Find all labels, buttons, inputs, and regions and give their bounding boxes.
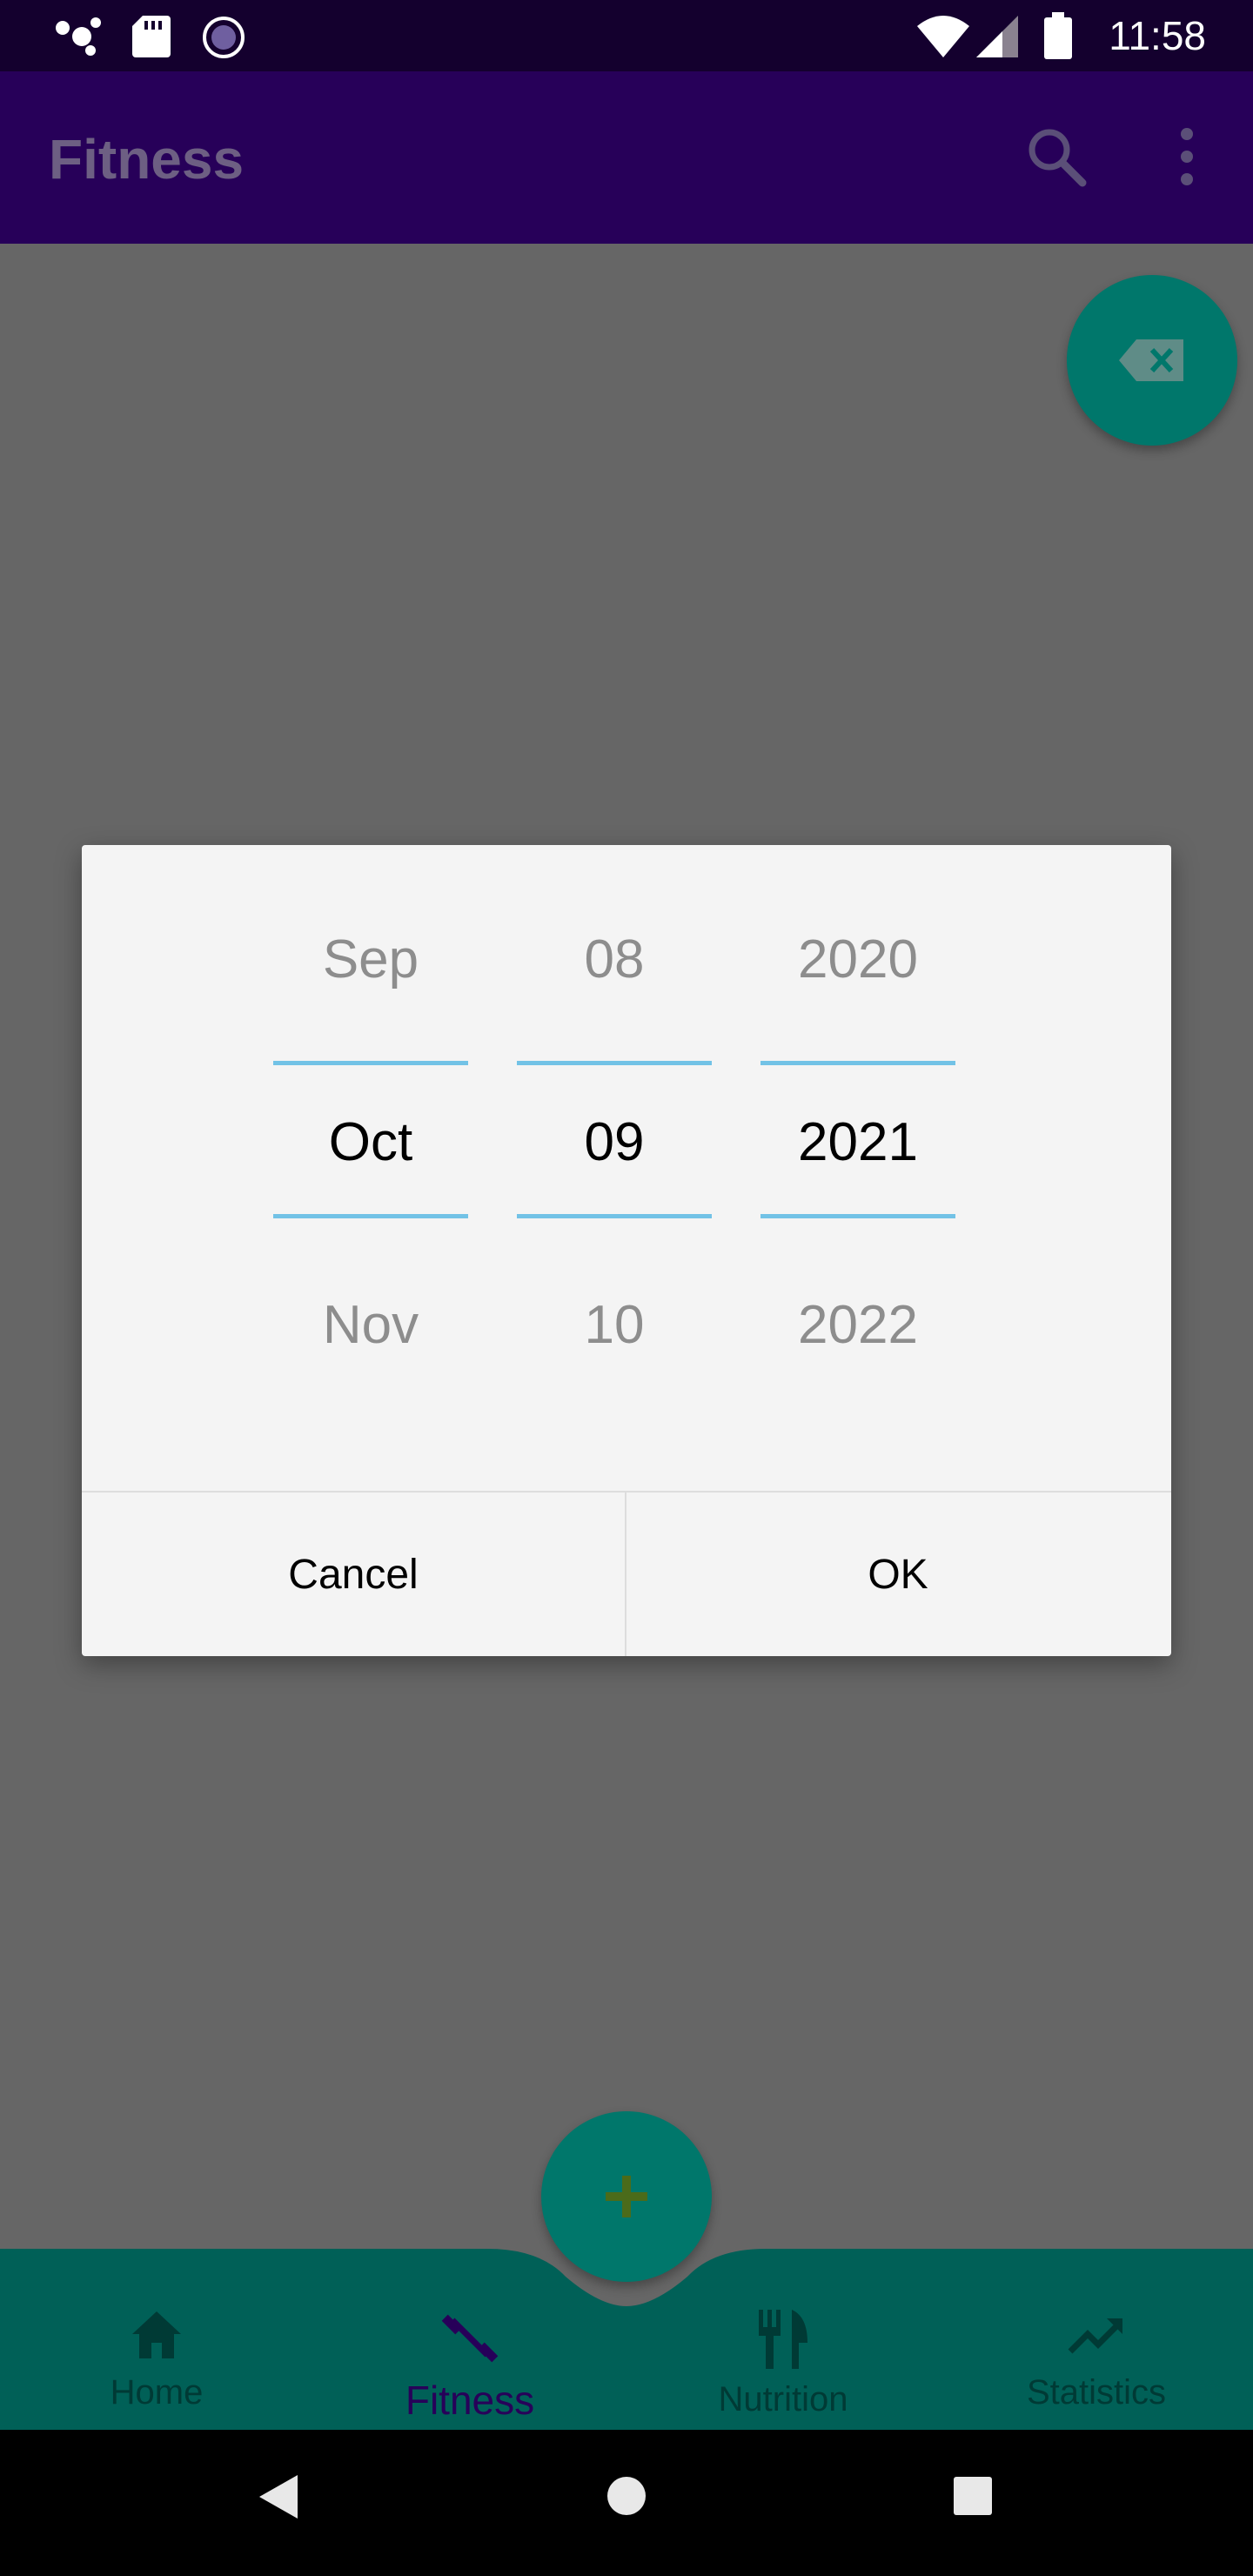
status-bar: 11:58 — [0, 0, 1253, 71]
date-picker-dialog: Sep Oct Nov 08 09 10 2020 2021 2022 Canc… — [82, 845, 1171, 1656]
nav-label-fitness: Fitness — [405, 2378, 535, 2423]
cancel-button[interactable]: Cancel — [82, 1493, 625, 1656]
month-prev[interactable]: Sep — [273, 929, 468, 990]
fork-knife-icon — [670, 2308, 896, 2375]
picker-divider — [273, 1214, 468, 1218]
nav-item-fitness[interactable]: Fitness — [357, 2308, 583, 2430]
cell-signal-icon — [976, 16, 1018, 62]
month-selected[interactable]: Oct — [273, 1111, 468, 1173]
day-prev[interactable]: 08 — [517, 929, 712, 990]
picker-divider — [761, 1214, 955, 1218]
sync-circle-icon — [202, 16, 245, 64]
system-navigation-bar — [0, 2430, 1253, 2576]
day-selected[interactable]: 09 — [517, 1111, 712, 1173]
ok-button[interactable]: OK — [626, 1493, 1169, 1656]
recents-square-icon[interactable] — [954, 2477, 992, 2519]
clear-fab-button[interactable] — [1067, 275, 1237, 446]
nav-label-home: Home — [110, 2373, 204, 2412]
nav-label-statistics: Statistics — [1026, 2373, 1167, 2412]
home-circle-icon[interactable] — [606, 2475, 647, 2521]
home-icon — [44, 2308, 270, 2368]
nav-item-home[interactable]: Home — [44, 2308, 270, 2430]
year-picker[interactable]: 2020 2021 2022 — [761, 897, 955, 1454]
battery-icon — [1044, 12, 1072, 64]
back-icon[interactable] — [259, 2475, 298, 2523]
app-bar: Fitness — [0, 71, 1253, 244]
trending-up-icon — [983, 2308, 1209, 2368]
wifi-icon — [917, 16, 969, 62]
search-icon[interactable] — [1020, 120, 1093, 193]
year-next[interactable]: 2022 — [761, 1294, 955, 1356]
day-next[interactable]: 10 — [517, 1294, 712, 1356]
notification-dots-icon — [54, 16, 103, 60]
day-picker[interactable]: 08 09 10 — [517, 897, 712, 1454]
year-prev[interactable]: 2020 — [761, 929, 955, 990]
dumbbell-icon — [357, 2308, 583, 2371]
add-fab-button[interactable] — [541, 2111, 712, 2282]
month-next[interactable]: Nov — [273, 1294, 468, 1356]
picker-divider — [273, 1061, 468, 1065]
picker-divider — [761, 1061, 955, 1065]
picker-divider — [517, 1061, 712, 1065]
sd-card-icon — [132, 16, 171, 62]
month-picker[interactable]: Sep Oct Nov — [273, 897, 468, 1454]
more-vert-icon[interactable] — [1150, 120, 1223, 193]
year-selected[interactable]: 2021 — [761, 1111, 955, 1173]
picker-divider — [517, 1214, 712, 1218]
nav-label-nutrition: Nutrition — [718, 2380, 848, 2418]
page-title: Fitness — [49, 128, 245, 191]
status-time: 11:58 — [1109, 13, 1206, 58]
nav-item-nutrition[interactable]: Nutrition — [670, 2308, 896, 2430]
nav-item-statistics[interactable]: Statistics — [983, 2308, 1209, 2430]
